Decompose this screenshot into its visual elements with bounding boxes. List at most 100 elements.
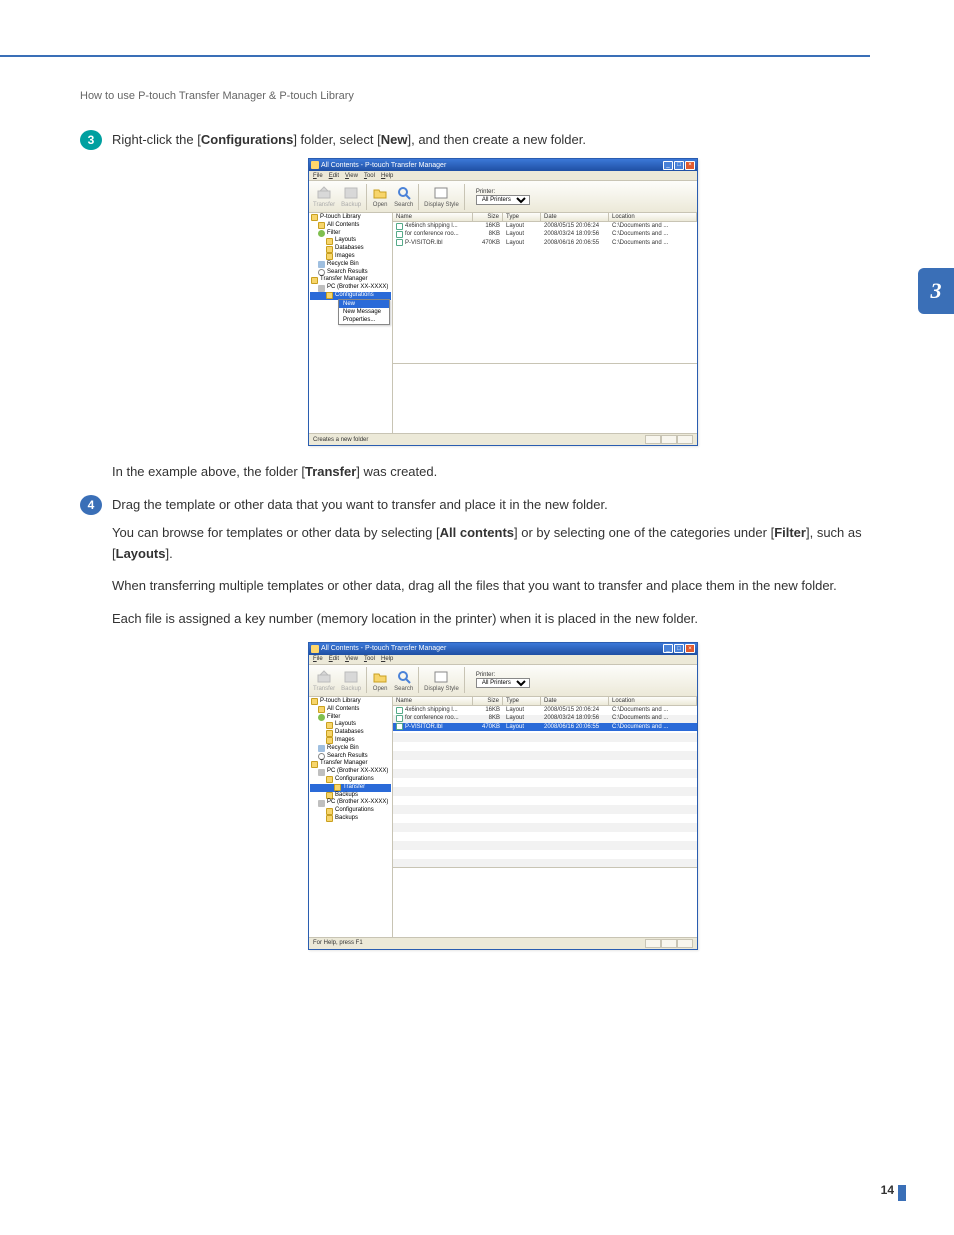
printer-icon [318, 800, 325, 807]
tree-filter[interactable]: Filter [310, 230, 391, 238]
col-location[interactable]: Location [609, 697, 697, 705]
toolbar-open[interactable]: Open [372, 669, 388, 692]
t: Layout [503, 714, 541, 722]
minimize-button[interactable]: _ [663, 644, 673, 653]
col-location[interactable]: Location [609, 213, 697, 221]
menu-file[interactable]: File [313, 656, 323, 662]
menu-edit[interactable]: Edit [329, 656, 339, 662]
tree-root[interactable]: P-touch Library [310, 214, 391, 222]
menu-tool[interactable]: Tool [364, 173, 375, 179]
tree-filter[interactable]: Filter [310, 714, 391, 722]
list-row[interactable]: P-VISITOR.lbl470KBLayout2008/06/16 20:06… [393, 239, 697, 247]
maximize-button[interactable]: □ [674, 644, 684, 653]
tree-backups[interactable]: Backups [310, 792, 391, 800]
tree-transfer-selected[interactable]: Transfer [310, 784, 391, 792]
maximize-button[interactable]: □ [674, 161, 684, 170]
t: Images [335, 253, 355, 261]
list-row[interactable]: for conference roo...8KBLayout2008/03/24… [393, 714, 697, 722]
close-button[interactable]: × [685, 644, 695, 653]
t: Recycle Bin [327, 745, 359, 753]
t: 2008/06/16 20:06:55 [541, 239, 609, 247]
minimize-button[interactable]: _ [663, 161, 673, 170]
toolbar-backup[interactable]: Backup [341, 185, 361, 208]
tree-pc-1[interactable]: PC (Brother XX-XXXX) [310, 768, 391, 776]
toolbar-transfer[interactable]: Transfer [313, 185, 335, 208]
t: Images [335, 737, 355, 745]
tree-configurations[interactable]: Configurations [310, 776, 391, 784]
tree-layouts[interactable]: Layouts [310, 721, 391, 729]
col-type[interactable]: Type [503, 697, 541, 705]
t: Recycle Bin [327, 261, 359, 269]
tree-transfer-manager[interactable]: Transfer Manager [310, 760, 391, 768]
list-row[interactable]: for conference roo...8KBLayout2008/03/24… [393, 230, 697, 238]
printer-select[interactable]: All Printers [476, 195, 530, 205]
folder-icon [311, 698, 318, 705]
t: Filter [327, 714, 340, 722]
menu-help[interactable]: Help [381, 173, 393, 179]
col-name[interactable]: Name [393, 213, 473, 221]
tree-search-results[interactable]: Search Results [310, 753, 391, 761]
panes: P-touch Library All Contents Filter Layo… [309, 213, 697, 433]
col-size[interactable]: Size [473, 213, 503, 221]
menu-tool[interactable]: Tool [364, 656, 375, 662]
menu-help[interactable]: Help [381, 656, 393, 662]
tree-pane: P-touch Library All Contents Filter Layo… [309, 697, 393, 937]
tree-configurations-2[interactable]: Configurations [310, 807, 391, 815]
toolbar-open[interactable]: Open [372, 185, 388, 208]
t: Filter [327, 230, 340, 238]
list-row[interactable]: 4x6inch shipping l...16KBLayout2008/05/1… [393, 706, 697, 714]
tree-images[interactable]: Images [310, 253, 391, 261]
tree-transfer-manager[interactable]: Transfer Manager [310, 276, 391, 284]
toolbar-search[interactable]: Search [394, 669, 413, 692]
menu-edit[interactable]: Edit [329, 173, 339, 179]
tree-layouts[interactable]: Layouts [310, 237, 391, 245]
t: ] or by selecting one of the categories … [514, 525, 774, 540]
close-button[interactable]: × [685, 161, 695, 170]
col-name[interactable]: Name [393, 697, 473, 705]
toolbar-display-style[interactable]: Display Style [424, 185, 459, 208]
l: Display Style [424, 202, 459, 208]
col-size[interactable]: Size [473, 697, 503, 705]
tree-search-results[interactable]: Search Results [310, 269, 391, 277]
list-row[interactable]: 4x6inch shipping l...16KBLayout2008/05/1… [393, 222, 697, 230]
toolbar-transfer[interactable]: Transfer [313, 669, 335, 692]
list-body: 4x6inch shipping l...16KBLayout2008/05/1… [393, 706, 697, 867]
context-new[interactable]: New [339, 300, 389, 308]
tree-recycle[interactable]: Recycle Bin [310, 261, 391, 269]
menu-file[interactable]: File [313, 173, 323, 179]
tree-all-contents[interactable]: All Contents [310, 222, 391, 230]
col-date[interactable]: Date [541, 213, 609, 221]
toolbar-sep [366, 184, 367, 210]
printer-select[interactable]: All Printers [476, 678, 530, 688]
file-icon [396, 707, 403, 714]
step-3: 3 Right-click the [Configurations] folde… [80, 130, 894, 150]
title-left: All Contents - P-touch Transfer Manager [311, 645, 446, 653]
tree-databases[interactable]: Databases [310, 245, 391, 253]
t: Layouts [116, 546, 166, 561]
tree-recycle[interactable]: Recycle Bin [310, 745, 391, 753]
tree-backups-2[interactable]: Backups [310, 815, 391, 823]
tree-root[interactable]: P-touch Library [310, 698, 391, 706]
context-new-message[interactable]: New Message [339, 308, 389, 316]
menu-view[interactable]: View [345, 173, 358, 179]
tree-images[interactable]: Images [310, 737, 391, 745]
folder-icon [318, 706, 325, 713]
list-row-selected[interactable]: P-VISITOR.lbl470KBLayout2008/06/16 20:06… [393, 723, 697, 731]
toolbar-search[interactable]: Search [394, 185, 413, 208]
l: Backup [341, 686, 361, 692]
transfer-icon [316, 669, 332, 685]
col-type[interactable]: Type [503, 213, 541, 221]
context-properties[interactable]: Properties... [339, 316, 389, 324]
tree-databases[interactable]: Databases [310, 729, 391, 737]
toolbar-backup[interactable]: Backup [341, 669, 361, 692]
tree-pc-1[interactable]: PC (Brother XX-XXXX) [310, 284, 391, 292]
status-text: For Help, press F1 [313, 940, 363, 946]
menu-view[interactable]: View [345, 656, 358, 662]
tree-all-contents[interactable]: All Contents [310, 706, 391, 714]
col-date[interactable]: Date [541, 697, 609, 705]
tree-pc-2[interactable]: PC (Brother XX-XXXX) [310, 799, 391, 807]
titlebar: All Contents - P-touch Transfer Manager … [309, 159, 697, 171]
t: 4x6inch shipping l... [405, 706, 458, 714]
toolbar-display-style[interactable]: Display Style [424, 669, 459, 692]
statusbar: For Help, press F1 [309, 937, 697, 949]
